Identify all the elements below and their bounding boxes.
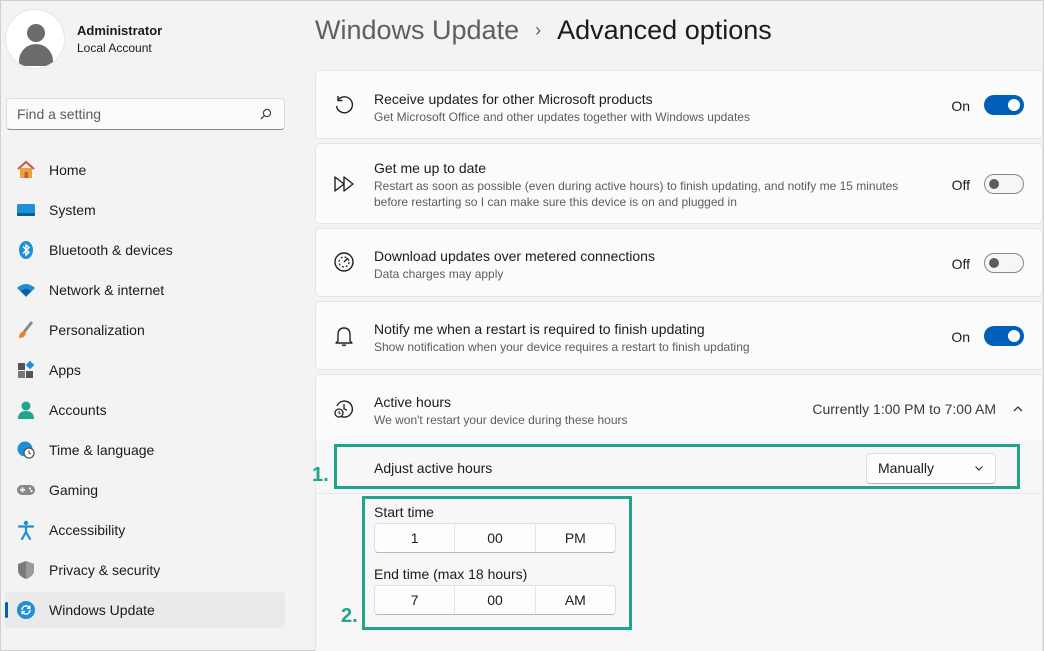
setting-get-up-to-date: Get me up to date Restart as soon as pos… bbox=[315, 143, 1043, 224]
toggle-state-label: Off bbox=[951, 177, 970, 193]
highlight-box-2 bbox=[362, 496, 632, 630]
setting-description-line2: before restarting so I can make sure thi… bbox=[374, 195, 737, 209]
gauge-icon bbox=[332, 250, 356, 274]
wifi-icon bbox=[15, 279, 37, 301]
divider bbox=[315, 493, 1043, 494]
bell-icon bbox=[332, 324, 356, 348]
sidebar-item-home[interactable]: Home bbox=[5, 152, 285, 188]
sidebar-item-label: Accounts bbox=[49, 402, 107, 418]
breadcrumb-separator: › bbox=[535, 20, 542, 40]
sidebar: Administrator Local Account Home System … bbox=[1, 1, 301, 651]
sidebar-item-windows-update[interactable]: Windows Update bbox=[5, 592, 285, 628]
fast-forward-icon bbox=[332, 172, 356, 196]
setting-title: Notify me when a restart is required to … bbox=[374, 321, 705, 337]
setting-other-products: Receive updates for other Microsoft prod… bbox=[315, 70, 1043, 139]
system-icon bbox=[15, 199, 37, 221]
accounts-icon bbox=[15, 399, 37, 421]
refresh-icon bbox=[332, 93, 356, 117]
toggle-state-label: On bbox=[951, 329, 970, 345]
setting-description: Show notification when your device requi… bbox=[374, 340, 750, 354]
setting-active-hours[interactable]: Active hours We won't restart your devic… bbox=[315, 374, 1043, 442]
toggle-state-label: Off bbox=[951, 256, 970, 272]
sidebar-item-label: Gaming bbox=[49, 482, 99, 498]
sidebar-item-label: Personalization bbox=[49, 322, 145, 338]
avatar bbox=[5, 9, 65, 69]
other-products-toggle[interactable] bbox=[984, 95, 1024, 115]
brush-icon bbox=[15, 319, 37, 341]
setting-title: Receive updates for other Microsoft prod… bbox=[374, 91, 653, 107]
user-name: Administrator bbox=[77, 23, 163, 38]
sidebar-item-privacy-security[interactable]: Privacy & security bbox=[5, 552, 285, 588]
setting-title: Active hours bbox=[374, 394, 452, 410]
sidebar-item-accounts[interactable]: Accounts bbox=[5, 392, 285, 428]
sidebar-item-label: System bbox=[49, 202, 96, 218]
sidebar-item-personalization[interactable]: Personalization bbox=[5, 312, 285, 348]
sidebar-item-system[interactable]: System bbox=[5, 192, 285, 228]
accessibility-icon bbox=[15, 519, 37, 541]
chevron-up-icon[interactable] bbox=[1012, 402, 1024, 420]
breadcrumb-current: Advanced options bbox=[557, 15, 772, 45]
shield-icon bbox=[15, 559, 37, 581]
setting-metered-connections: Download updates over metered connection… bbox=[315, 228, 1043, 297]
page-title: Windows Update › Advanced options bbox=[315, 15, 772, 46]
sidebar-item-label: Network & internet bbox=[49, 282, 165, 298]
breadcrumb-parent[interactable]: Windows Update bbox=[315, 15, 519, 46]
annotation-number-2: 2. bbox=[341, 605, 358, 627]
sidebar-item-label: Bluetooth & devices bbox=[49, 242, 173, 258]
active-hours-current: Currently 1:00 PM to 7:00 AM bbox=[812, 401, 996, 417]
home-icon bbox=[15, 159, 37, 181]
restart-notification-toggle[interactable] bbox=[984, 326, 1024, 346]
clock-icon bbox=[332, 397, 356, 421]
sidebar-item-label: Privacy & security bbox=[49, 562, 161, 578]
search-box[interactable] bbox=[6, 98, 285, 130]
setting-description: Data charges may apply bbox=[374, 267, 504, 281]
setting-description: Get Microsoft Office and other updates t… bbox=[374, 110, 750, 124]
sidebar-item-accessibility[interactable]: Accessibility bbox=[5, 512, 285, 548]
bluetooth-icon bbox=[15, 239, 37, 261]
update-icon bbox=[15, 599, 37, 621]
sidebar-item-network[interactable]: Network & internet bbox=[5, 272, 285, 308]
sidebar-item-time-language[interactable]: Time & language bbox=[5, 432, 285, 468]
annotation-number-1: 1. bbox=[312, 464, 329, 486]
search-input[interactable] bbox=[17, 106, 258, 122]
metered-connections-toggle[interactable] bbox=[984, 253, 1024, 273]
user-profile[interactable]: Administrator Local Account bbox=[5, 9, 162, 69]
nav-menu: Home System Bluetooth & devices Network … bbox=[5, 152, 285, 632]
search-icon[interactable] bbox=[258, 106, 274, 122]
get-up-to-date-toggle[interactable] bbox=[984, 174, 1024, 194]
toggle-state-label: On bbox=[951, 98, 970, 114]
sidebar-item-bluetooth[interactable]: Bluetooth & devices bbox=[5, 232, 285, 268]
setting-description: Restart as soon as possible (even during… bbox=[374, 179, 899, 193]
highlight-box-1 bbox=[334, 444, 1020, 489]
sidebar-item-label: Windows Update bbox=[49, 602, 155, 618]
sidebar-item-label: Apps bbox=[49, 362, 81, 378]
sidebar-item-label: Time & language bbox=[49, 442, 155, 458]
sidebar-item-label: Home bbox=[49, 162, 87, 178]
globe-clock-icon bbox=[15, 439, 37, 461]
sidebar-item-gaming[interactable]: Gaming bbox=[5, 472, 285, 508]
setting-title: Get me up to date bbox=[374, 160, 487, 176]
sidebar-item-apps[interactable]: Apps bbox=[5, 352, 285, 388]
sidebar-item-label: Accessibility bbox=[49, 522, 126, 538]
setting-description: We won't restart your device during thes… bbox=[374, 413, 628, 427]
apps-icon bbox=[15, 359, 37, 381]
setting-restart-notification: Notify me when a restart is required to … bbox=[315, 301, 1043, 370]
user-account-type: Local Account bbox=[77, 41, 152, 55]
setting-title: Download updates over metered connection… bbox=[374, 248, 655, 264]
gamepad-icon bbox=[15, 479, 37, 501]
